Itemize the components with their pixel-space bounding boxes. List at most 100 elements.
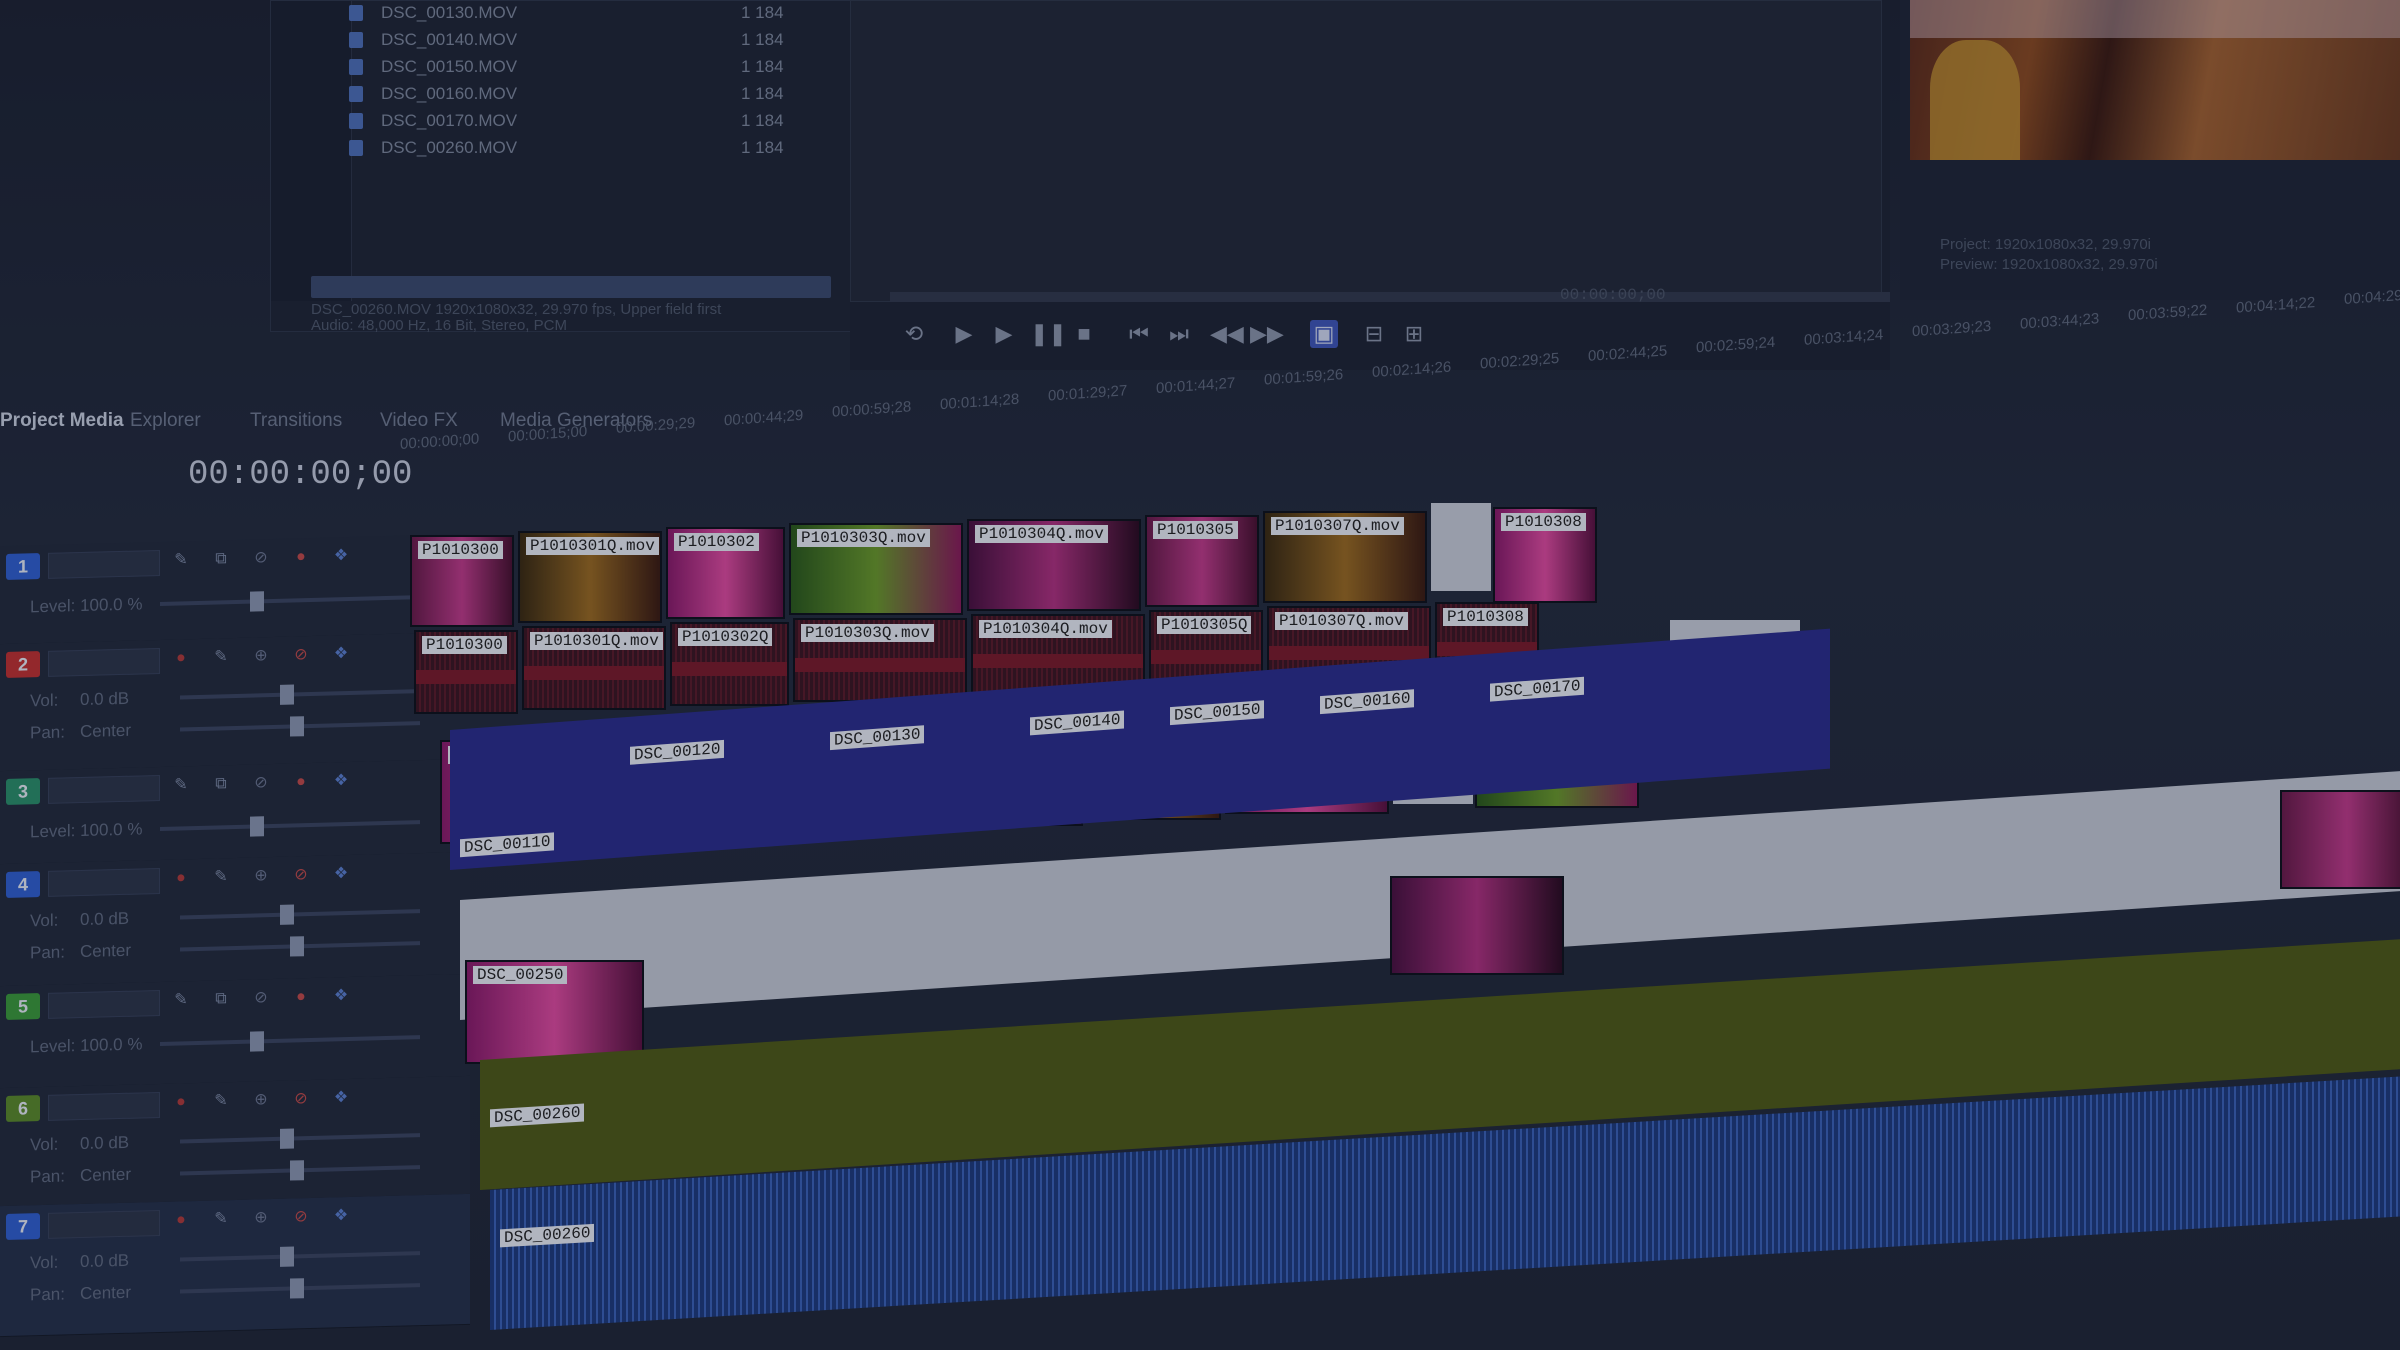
media-file-row[interactable]: DSC_00130.MOV 1 184 (341, 1, 841, 25)
video-file-icon (349, 59, 363, 75)
record-arm-icon[interactable]: ● (170, 1209, 192, 1232)
audio-clip[interactable]: P1010301Q.mov (522, 626, 666, 710)
clip-label: DSC_00110 (460, 832, 555, 858)
fx-icon[interactable]: ❖ (330, 545, 352, 568)
ruler-tick-label: 00:03:44;23 (2020, 309, 2100, 333)
level-slider[interactable] (160, 816, 420, 837)
audio-clip[interactable]: P1010300 (414, 630, 518, 714)
video-file-icon (349, 140, 363, 156)
media-file-row[interactable]: DSC_00140.MOV 1 184 (341, 28, 841, 52)
composite-icon[interactable]: ⧉ (210, 988, 232, 1011)
media-file-row[interactable]: DSC_00170.MOV 1 184 (341, 109, 841, 133)
media-file-row[interactable]: DSC_00160.MOV 1 184 (341, 82, 841, 106)
edit-icon[interactable]: ✎ (170, 989, 192, 1012)
volume-slider[interactable] (180, 904, 420, 925)
pan-slider-knob[interactable] (290, 1160, 304, 1181)
level-slider-knob[interactable] (250, 1031, 264, 1052)
volume-slider[interactable] (180, 1246, 420, 1267)
tab-explorer[interactable]: Explorer (130, 410, 201, 432)
volume-slider-knob[interactable] (280, 904, 294, 925)
record-arm-icon[interactable]: ● (170, 1091, 192, 1114)
audio-clip[interactable]: P1010303Q.mov (793, 618, 967, 702)
composite-icon[interactable]: ⧉ (210, 548, 232, 571)
edit-icon[interactable]: ✎ (170, 549, 192, 572)
mute-icon[interactable]: ⊘ (250, 772, 272, 795)
track-name-field[interactable] (48, 989, 160, 1019)
solo-icon[interactable]: ● (290, 546, 312, 569)
video-clip[interactable]: P1010307Q.mov (1263, 511, 1427, 603)
pan-slider[interactable] (180, 936, 420, 957)
video-clip[interactable] (2280, 790, 2400, 889)
tab-project-media[interactable]: Project Media (0, 410, 124, 432)
media-file-row[interactable]: DSC_00260.MOV 1 184 (341, 136, 841, 160)
volume-slider-knob[interactable] (280, 684, 294, 705)
edit-icon[interactable]: ✎ (210, 1090, 232, 1113)
edit-icon[interactable]: ✎ (170, 774, 192, 797)
video-clip[interactable]: DSC_00250 (465, 960, 644, 1064)
solo-icon[interactable]: ❖ (330, 863, 352, 886)
pan-slider[interactable] (180, 1160, 420, 1181)
media-list-scrollbar[interactable] (311, 276, 831, 298)
volume-slider[interactable] (180, 1128, 420, 1149)
video-clip[interactable]: P1010303Q.mov (789, 523, 963, 615)
level-slider-knob[interactable] (250, 816, 264, 837)
fx-icon[interactable]: ❖ (330, 985, 352, 1008)
solo-icon[interactable]: ● (290, 771, 312, 794)
solo-icon[interactable]: ● (290, 986, 312, 1009)
record-arm-icon[interactable]: ● (170, 867, 192, 890)
video-clip[interactable]: P1010308 (1493, 507, 1597, 603)
track-name-field[interactable] (48, 1209, 160, 1239)
track-name-field[interactable] (48, 1091, 160, 1121)
audio-clip[interactable]: P1010302Q (670, 622, 789, 706)
mute-icon[interactable]: ⊘ (290, 644, 312, 667)
solo-icon[interactable]: ❖ (330, 1205, 352, 1228)
clip-label: P1010304Q.mov (975, 525, 1108, 543)
composite-icon[interactable]: ⧉ (210, 773, 232, 796)
video-clip[interactable]: P1010302 (666, 527, 785, 619)
video-clip[interactable]: P1010304Q.mov (967, 519, 1141, 611)
pan-slider-knob[interactable] (290, 936, 304, 957)
pan-slider[interactable] (180, 1278, 420, 1299)
fx-icon[interactable]: ⊕ (250, 865, 272, 888)
pan-slider-knob[interactable] (290, 716, 304, 737)
track-name-field[interactable] (48, 647, 160, 677)
video-clip[interactable]: P1010301Q.mov (518, 531, 662, 623)
record-arm-icon[interactable]: ● (170, 647, 192, 670)
volume-slider[interactable] (180, 684, 420, 705)
level-slider[interactable] (160, 1031, 420, 1052)
media-file-name: DSC_00130.MOV (381, 3, 518, 22)
volume-slider-knob[interactable] (280, 1128, 294, 1149)
video-clip[interactable]: P1010305 (1145, 515, 1259, 607)
solo-icon[interactable]: ❖ (330, 643, 352, 666)
level-slider-knob[interactable] (250, 591, 264, 612)
solo-icon[interactable]: ❖ (330, 1087, 352, 1110)
tab-transitions[interactable]: Transitions (250, 410, 342, 432)
pan-slider-knob[interactable] (290, 1278, 304, 1299)
fx-icon[interactable]: ⊕ (250, 645, 272, 668)
edit-icon[interactable]: ✎ (210, 1208, 232, 1231)
mute-icon[interactable]: ⊘ (250, 987, 272, 1010)
track-name-field[interactable] (48, 867, 160, 897)
media-file-size: 1 184 (741, 57, 784, 76)
volume-slider-knob[interactable] (280, 1246, 294, 1267)
mute-icon[interactable]: ⊘ (290, 1088, 312, 1111)
mute-icon[interactable]: ⊘ (290, 864, 312, 887)
media-file-row[interactable]: DSC_00150.MOV 1 184 (341, 55, 841, 79)
video-clip[interactable]: P1010300 (410, 535, 514, 627)
pan-slider[interactable] (180, 716, 420, 737)
fx-icon[interactable]: ⊕ (250, 1207, 272, 1230)
video-clip[interactable] (1390, 876, 1564, 975)
track-name-field[interactable] (48, 549, 160, 579)
mute-icon[interactable]: ⊘ (290, 1206, 312, 1229)
volume-value: 0.0 dB (80, 1132, 130, 1154)
mute-icon[interactable]: ⊘ (250, 547, 272, 570)
edit-icon[interactable]: ✎ (210, 646, 232, 669)
fx-icon[interactable]: ❖ (330, 770, 352, 793)
edit-icon[interactable]: ✎ (210, 866, 232, 889)
pan-value: Center (80, 1282, 132, 1304)
fx-icon[interactable]: ⊕ (250, 1089, 272, 1112)
clip-label: DSC_00120 (630, 739, 725, 765)
media-file-name: DSC_00160.MOV (381, 84, 518, 103)
track-name-field[interactable] (48, 774, 160, 804)
level-slider[interactable] (160, 591, 420, 612)
